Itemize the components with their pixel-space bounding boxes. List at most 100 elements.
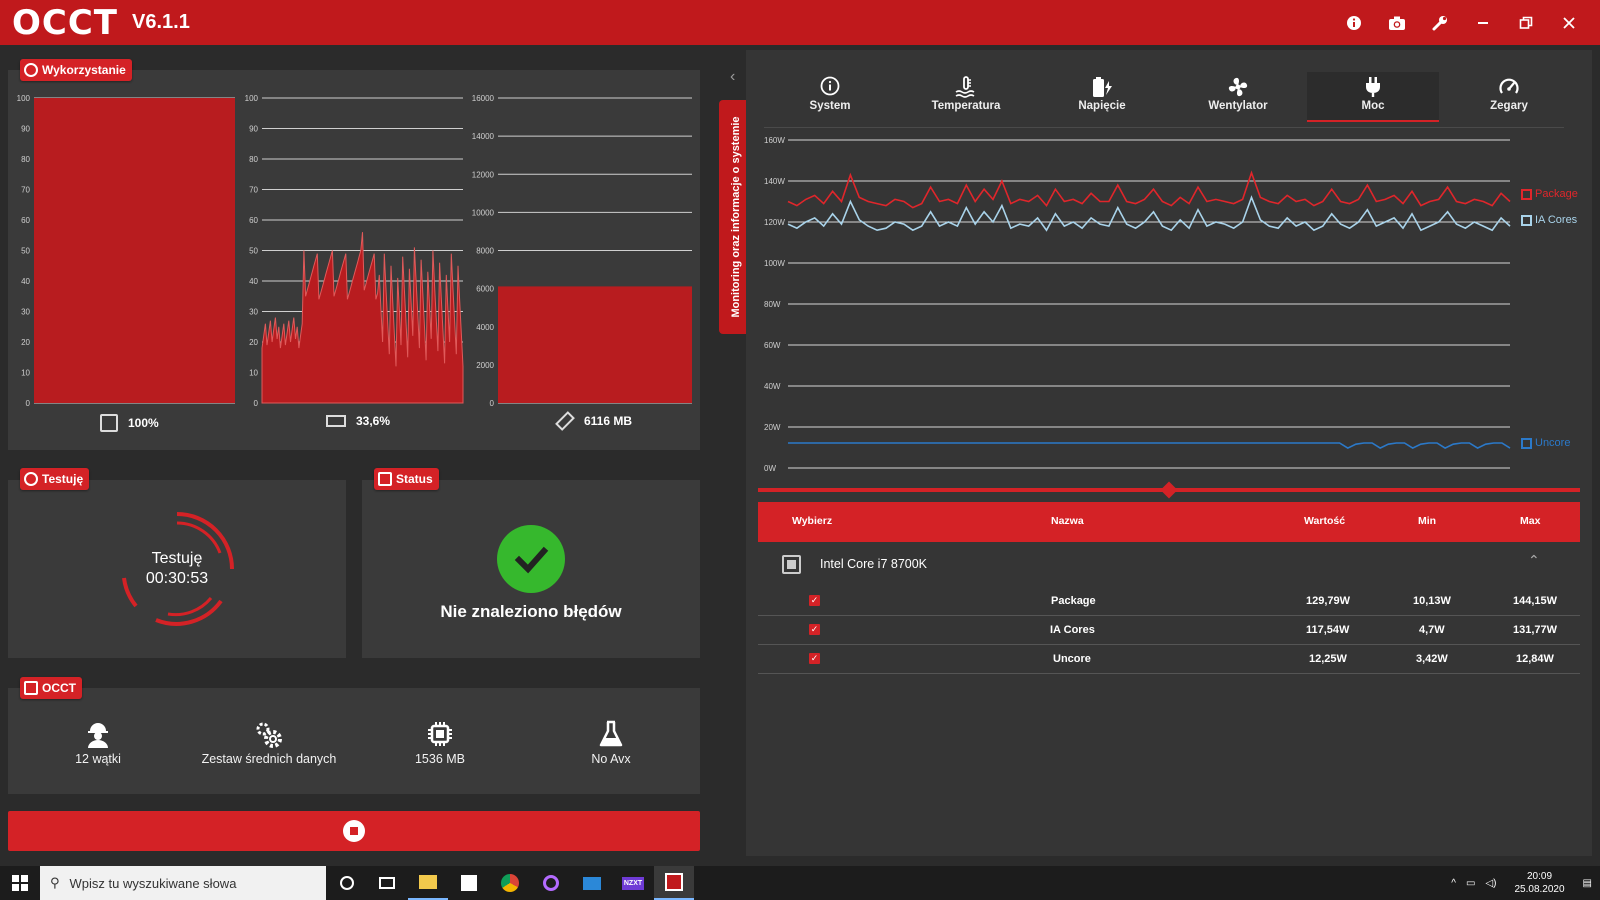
gpu-icon	[326, 415, 346, 427]
timer-icon	[24, 472, 38, 486]
collapse-panel-icon[interactable]: ‹	[730, 68, 735, 86]
chevron-up-icon[interactable]: ^	[1451, 878, 1456, 889]
axis-tick-label: 2000	[476, 361, 494, 370]
file-explorer-icon[interactable]	[408, 866, 448, 900]
legend-uncore[interactable]: Uncore	[1521, 437, 1570, 449]
y-tick-label: 80W	[764, 300, 781, 309]
legend-ia-cores[interactable]: IA Cores	[1521, 214, 1577, 226]
wrench-icon[interactable]	[1418, 0, 1461, 45]
row-checkbox[interactable]: ✓	[809, 653, 820, 664]
threads-label: 12 wątki	[75, 752, 121, 766]
table-row: ✓ IA Cores 117,54W 4,7W 131,77W	[758, 616, 1580, 645]
testing-badge-label: Testuję	[42, 472, 84, 486]
tab-clocks[interactable]: Zegary	[1443, 72, 1575, 122]
row-name: Uncore	[1053, 653, 1091, 665]
ram-usage-value: 6116 MB	[584, 414, 633, 428]
instruction-setting: No Avx	[526, 720, 696, 766]
axis-tick-label: 30	[21, 308, 30, 317]
legend-package[interactable]: Package	[1521, 188, 1578, 200]
gpu-usage: 33,6%	[326, 414, 390, 428]
row-checkbox[interactable]: ✓	[809, 595, 820, 606]
status-message: Nie znaleziono błędów	[440, 602, 622, 621]
nzxt-cam-label: NZXT	[621, 876, 645, 890]
tab-power[interactable]: Moc	[1307, 72, 1439, 122]
axis-tick-label: 14000	[472, 132, 495, 141]
app-logo: OCCT	[12, 2, 118, 43]
testing-elapsed: 00:30:53	[145, 570, 209, 587]
axis-tick-label: 70	[249, 186, 258, 195]
gpu-usage-value: 33,6%	[356, 414, 391, 428]
row-min: 3,42W	[1416, 653, 1448, 665]
legend-package-swatch	[1521, 188, 1532, 200]
tab-voltage[interactable]: Napięcie	[1036, 72, 1168, 122]
usage-charts: 100 90 80 70 60 50 40 30 20 10 0 100 90 80 70 60 50 40 30 2…	[8, 70, 700, 415]
cpu-icon	[782, 555, 801, 574]
rgb-app-icon[interactable]	[531, 866, 571, 900]
row-max: 131,77W	[1513, 624, 1558, 636]
col-max[interactable]: Max	[1520, 515, 1540, 527]
col-select[interactable]: Wybierz	[792, 515, 832, 527]
close-icon[interactable]	[1547, 0, 1590, 45]
axis-tick-label: 60	[249, 216, 258, 225]
worker-icon	[13, 720, 183, 752]
row-max: 144,15W	[1513, 595, 1558, 607]
tab-power-label: Moc	[1361, 100, 1385, 112]
nzxt-cam-icon[interactable]: NZXT	[613, 866, 653, 900]
notifications-icon[interactable]: ▤	[1583, 878, 1592, 889]
tab-system[interactable]: System	[764, 72, 896, 122]
row-checkbox[interactable]: ✓	[809, 624, 820, 635]
tabs-divider	[764, 127, 1564, 128]
gears-icon	[184, 720, 354, 752]
camera-icon[interactable]	[1375, 0, 1418, 45]
y-tick-label: 40W	[764, 382, 781, 391]
axis-tick-label: 0	[490, 399, 495, 408]
gauge-icon	[1443, 76, 1575, 100]
testing-badge: Testuję	[20, 468, 90, 490]
sensor-group-row[interactable]: Intel Core i7 8700K ⌃	[758, 546, 1580, 582]
table-row: ✓ Uncore 12,25W 3,42W 12,84W	[758, 645, 1580, 674]
store-icon[interactable]	[449, 866, 489, 900]
axis-tick-label: 40	[21, 277, 30, 286]
row-name: IA Cores	[1050, 624, 1095, 636]
tab-clocks-label: Zegary	[1490, 100, 1528, 112]
tab-fan-label: Wentylator	[1208, 100, 1268, 112]
cortana-icon[interactable]	[327, 866, 367, 900]
occt-taskbar-icon[interactable]	[654, 866, 694, 900]
taskbar-search-input[interactable]: ⚲ Wpisz tu wyszukiwane słowa	[40, 866, 326, 900]
cpu-icon	[100, 414, 118, 432]
y-tick-label: 0W	[764, 464, 776, 473]
tab-temperature[interactable]: Temperatura	[900, 72, 1032, 122]
y-tick-label: 100W	[764, 259, 785, 268]
axis-tick-label: 10000	[472, 208, 495, 217]
task-view-icon[interactable]	[367, 866, 407, 900]
network-icon[interactable]: ▭	[1466, 878, 1475, 889]
thermometer-icon	[900, 76, 1032, 100]
axis-tick-label: 20	[249, 338, 258, 347]
collapse-group-icon[interactable]: ⌃	[1528, 552, 1540, 569]
windows-start-button[interactable]	[0, 866, 40, 900]
sensor-group-name: Intel Core i7 8700K	[820, 557, 928, 571]
col-value[interactable]: Wartość	[1304, 515, 1345, 527]
row-max: 12,84W	[1516, 653, 1554, 665]
axis-tick-label: 10	[249, 369, 258, 378]
chrome-icon[interactable]	[490, 866, 530, 900]
title-bar: OCCT V6.1.1	[0, 0, 1600, 45]
restore-icon[interactable]	[1504, 0, 1547, 45]
col-name[interactable]: Nazwa	[1051, 515, 1084, 527]
mail-icon[interactable]	[572, 866, 612, 900]
axis-tick-label: 12000	[472, 170, 495, 179]
clock[interactable]: 20:09 25.08.2020	[1514, 870, 1564, 896]
col-min[interactable]: Min	[1418, 515, 1436, 527]
ram-icon	[555, 411, 575, 431]
y-tick-label: 120W	[764, 218, 785, 227]
tab-fan[interactable]: Wentylator	[1172, 72, 1304, 122]
info-icon[interactable]	[1332, 0, 1375, 45]
threads-setting: 12 wątki	[13, 720, 183, 766]
cpu-usage-value: 100%	[128, 416, 159, 430]
volume-icon[interactable]: ◁)	[1485, 878, 1496, 889]
stop-test-button[interactable]	[8, 811, 700, 851]
testing-state: Testuję	[151, 550, 203, 567]
axis-tick-label: 50	[249, 247, 258, 256]
y-tick-label: 160W	[764, 136, 785, 145]
minimize-icon[interactable]	[1461, 0, 1504, 45]
